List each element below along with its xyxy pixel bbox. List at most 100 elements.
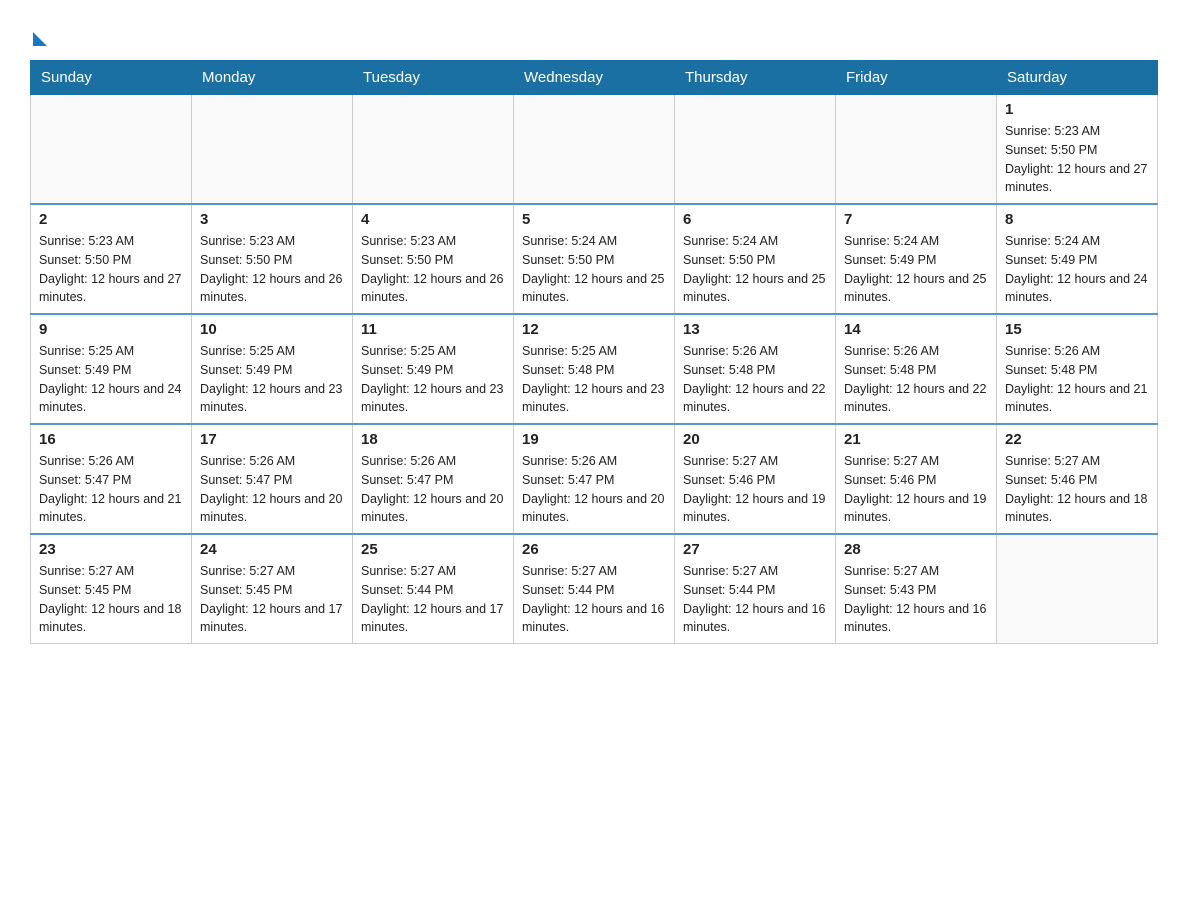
weekday-header-wednesday: Wednesday xyxy=(514,61,675,95)
calendar-cell xyxy=(997,534,1158,644)
day-info: Sunrise: 5:23 AMSunset: 5:50 PMDaylight:… xyxy=(200,232,344,307)
day-info: Sunrise: 5:26 AMSunset: 5:48 PMDaylight:… xyxy=(1005,342,1149,417)
page-header xyxy=(30,20,1158,42)
weekday-header-thursday: Thursday xyxy=(675,61,836,95)
calendar-cell: 16 Sunrise: 5:26 AMSunset: 5:47 PMDayligh… xyxy=(31,424,192,534)
day-info: Sunrise: 5:27 AMSunset: 5:44 PMDaylight:… xyxy=(361,562,505,637)
day-info: Sunrise: 5:26 AMSunset: 5:47 PMDaylight:… xyxy=(39,452,183,527)
day-number: 23 xyxy=(39,541,183,558)
calendar-cell: 17 Sunrise: 5:26 AMSunset: 5:47 PMDayligh… xyxy=(192,424,353,534)
day-info: Sunrise: 5:24 AMSunset: 5:50 PMDaylight:… xyxy=(683,232,827,307)
day-info: Sunrise: 5:23 AMSunset: 5:50 PMDaylight:… xyxy=(361,232,505,307)
calendar-header-row: SundayMondayTuesdayWednesdayThursdayFrid… xyxy=(31,61,1158,95)
day-number: 3 xyxy=(200,211,344,228)
calendar-cell: 25 Sunrise: 5:27 AMSunset: 5:44 PMDayligh… xyxy=(353,534,514,644)
calendar-cell: 26 Sunrise: 5:27 AMSunset: 5:44 PMDayligh… xyxy=(514,534,675,644)
calendar-cell: 21 Sunrise: 5:27 AMSunset: 5:46 PMDayligh… xyxy=(836,424,997,534)
day-number: 2 xyxy=(39,211,183,228)
calendar-cell: 5 Sunrise: 5:24 AMSunset: 5:50 PMDaylight… xyxy=(514,204,675,314)
calendar-cell xyxy=(836,95,997,205)
calendar-table: SundayMondayTuesdayWednesdayThursdayFrid… xyxy=(30,60,1158,644)
day-info: Sunrise: 5:25 AMSunset: 5:49 PMDaylight:… xyxy=(39,342,183,417)
day-number: 18 xyxy=(361,431,505,448)
day-number: 28 xyxy=(844,541,988,558)
day-number: 14 xyxy=(844,321,988,338)
day-number: 26 xyxy=(522,541,666,558)
day-info: Sunrise: 5:26 AMSunset: 5:47 PMDaylight:… xyxy=(522,452,666,527)
day-info: Sunrise: 5:24 AMSunset: 5:50 PMDaylight:… xyxy=(522,232,666,307)
week-row-4: 16 Sunrise: 5:26 AMSunset: 5:47 PMDayligh… xyxy=(31,424,1158,534)
calendar-cell: 8 Sunrise: 5:24 AMSunset: 5:49 PMDaylight… xyxy=(997,204,1158,314)
day-number: 21 xyxy=(844,431,988,448)
day-number: 17 xyxy=(200,431,344,448)
day-number: 16 xyxy=(39,431,183,448)
day-info: Sunrise: 5:27 AMSunset: 5:43 PMDaylight:… xyxy=(844,562,988,637)
day-number: 12 xyxy=(522,321,666,338)
calendar-cell xyxy=(192,95,353,205)
day-number: 27 xyxy=(683,541,827,558)
calendar-cell: 27 Sunrise: 5:27 AMSunset: 5:44 PMDayligh… xyxy=(675,534,836,644)
day-number: 9 xyxy=(39,321,183,338)
weekday-header-tuesday: Tuesday xyxy=(353,61,514,95)
day-number: 1 xyxy=(1005,101,1149,118)
day-number: 13 xyxy=(683,321,827,338)
day-number: 10 xyxy=(200,321,344,338)
calendar-cell: 19Sunrise: 5:26 AMSunset: 5:47 PMDayligh… xyxy=(514,424,675,534)
calendar-cell: 1 Sunrise: 5:23 AMSunset: 5:50 PMDaylight… xyxy=(997,95,1158,205)
day-info: Sunrise: 5:25 AMSunset: 5:48 PMDaylight:… xyxy=(522,342,666,417)
calendar-cell: 3 Sunrise: 5:23 AMSunset: 5:50 PMDaylight… xyxy=(192,204,353,314)
logo-triangle-icon xyxy=(33,32,47,46)
calendar-cell: 13 Sunrise: 5:26 AMSunset: 5:48 PMDayligh… xyxy=(675,314,836,424)
logo xyxy=(30,20,47,42)
day-info: Sunrise: 5:25 AMSunset: 5:49 PMDaylight:… xyxy=(361,342,505,417)
week-row-5: 23 Sunrise: 5:27 AMSunset: 5:45 PMDayligh… xyxy=(31,534,1158,644)
day-info: Sunrise: 5:26 AMSunset: 5:47 PMDaylight:… xyxy=(361,452,505,527)
calendar-cell: 4 Sunrise: 5:23 AMSunset: 5:50 PMDaylight… xyxy=(353,204,514,314)
calendar-cell: 10 Sunrise: 5:25 AMSunset: 5:49 PMDayligh… xyxy=(192,314,353,424)
calendar-cell: 24Sunrise: 5:27 AMSunset: 5:45 PMDayligh… xyxy=(192,534,353,644)
calendar-cell: 7 Sunrise: 5:24 AMSunset: 5:49 PMDaylight… xyxy=(836,204,997,314)
day-info: Sunrise: 5:25 AMSunset: 5:49 PMDaylight:… xyxy=(200,342,344,417)
calendar-cell: 22 Sunrise: 5:27 AMSunset: 5:46 PMDayligh… xyxy=(997,424,1158,534)
weekday-header-saturday: Saturday xyxy=(997,61,1158,95)
week-row-3: 9 Sunrise: 5:25 AMSunset: 5:49 PMDaylight… xyxy=(31,314,1158,424)
calendar-cell: 6 Sunrise: 5:24 AMSunset: 5:50 PMDaylight… xyxy=(675,204,836,314)
day-number: 5 xyxy=(522,211,666,228)
day-info: Sunrise: 5:23 AMSunset: 5:50 PMDaylight:… xyxy=(39,232,183,307)
day-number: 7 xyxy=(844,211,988,228)
day-number: 4 xyxy=(361,211,505,228)
week-row-2: 2 Sunrise: 5:23 AMSunset: 5:50 PMDaylight… xyxy=(31,204,1158,314)
calendar-cell: 18 Sunrise: 5:26 AMSunset: 5:47 PMDayligh… xyxy=(353,424,514,534)
calendar-cell: 2 Sunrise: 5:23 AMSunset: 5:50 PMDaylight… xyxy=(31,204,192,314)
calendar-cell: 11 Sunrise: 5:25 AMSunset: 5:49 PMDayligh… xyxy=(353,314,514,424)
week-row-1: 1 Sunrise: 5:23 AMSunset: 5:50 PMDaylight… xyxy=(31,95,1158,205)
day-info: Sunrise: 5:27 AMSunset: 5:44 PMDaylight:… xyxy=(522,562,666,637)
day-info: Sunrise: 5:27 AMSunset: 5:45 PMDaylight:… xyxy=(200,562,344,637)
day-number: 22 xyxy=(1005,431,1149,448)
day-number: 20 xyxy=(683,431,827,448)
calendar-cell: 23 Sunrise: 5:27 AMSunset: 5:45 PMDayligh… xyxy=(31,534,192,644)
day-info: Sunrise: 5:27 AMSunset: 5:46 PMDaylight:… xyxy=(1005,452,1149,527)
calendar-cell: 12 Sunrise: 5:25 AMSunset: 5:48 PMDayligh… xyxy=(514,314,675,424)
day-number: 15 xyxy=(1005,321,1149,338)
day-info: Sunrise: 5:27 AMSunset: 5:46 PMDaylight:… xyxy=(844,452,988,527)
day-info: Sunrise: 5:27 AMSunset: 5:44 PMDaylight:… xyxy=(683,562,827,637)
calendar-cell: 20Sunrise: 5:27 AMSunset: 5:46 PMDayligh… xyxy=(675,424,836,534)
day-info: Sunrise: 5:27 AMSunset: 5:45 PMDaylight:… xyxy=(39,562,183,637)
day-info: Sunrise: 5:26 AMSunset: 5:48 PMDaylight:… xyxy=(683,342,827,417)
day-info: Sunrise: 5:26 AMSunset: 5:48 PMDaylight:… xyxy=(844,342,988,417)
day-info: Sunrise: 5:26 AMSunset: 5:47 PMDaylight:… xyxy=(200,452,344,527)
day-info: Sunrise: 5:23 AMSunset: 5:50 PMDaylight:… xyxy=(1005,122,1149,197)
day-number: 11 xyxy=(361,321,505,338)
day-number: 8 xyxy=(1005,211,1149,228)
day-info: Sunrise: 5:24 AMSunset: 5:49 PMDaylight:… xyxy=(844,232,988,307)
calendar-cell: 9 Sunrise: 5:25 AMSunset: 5:49 PMDaylight… xyxy=(31,314,192,424)
day-number: 6 xyxy=(683,211,827,228)
day-info: Sunrise: 5:24 AMSunset: 5:49 PMDaylight:… xyxy=(1005,232,1149,307)
calendar-cell xyxy=(675,95,836,205)
calendar-cell: 14 Sunrise: 5:26 AMSunset: 5:48 PMDayligh… xyxy=(836,314,997,424)
weekday-header-sunday: Sunday xyxy=(31,61,192,95)
weekday-header-friday: Friday xyxy=(836,61,997,95)
calendar-cell xyxy=(31,95,192,205)
day-number: 25 xyxy=(361,541,505,558)
